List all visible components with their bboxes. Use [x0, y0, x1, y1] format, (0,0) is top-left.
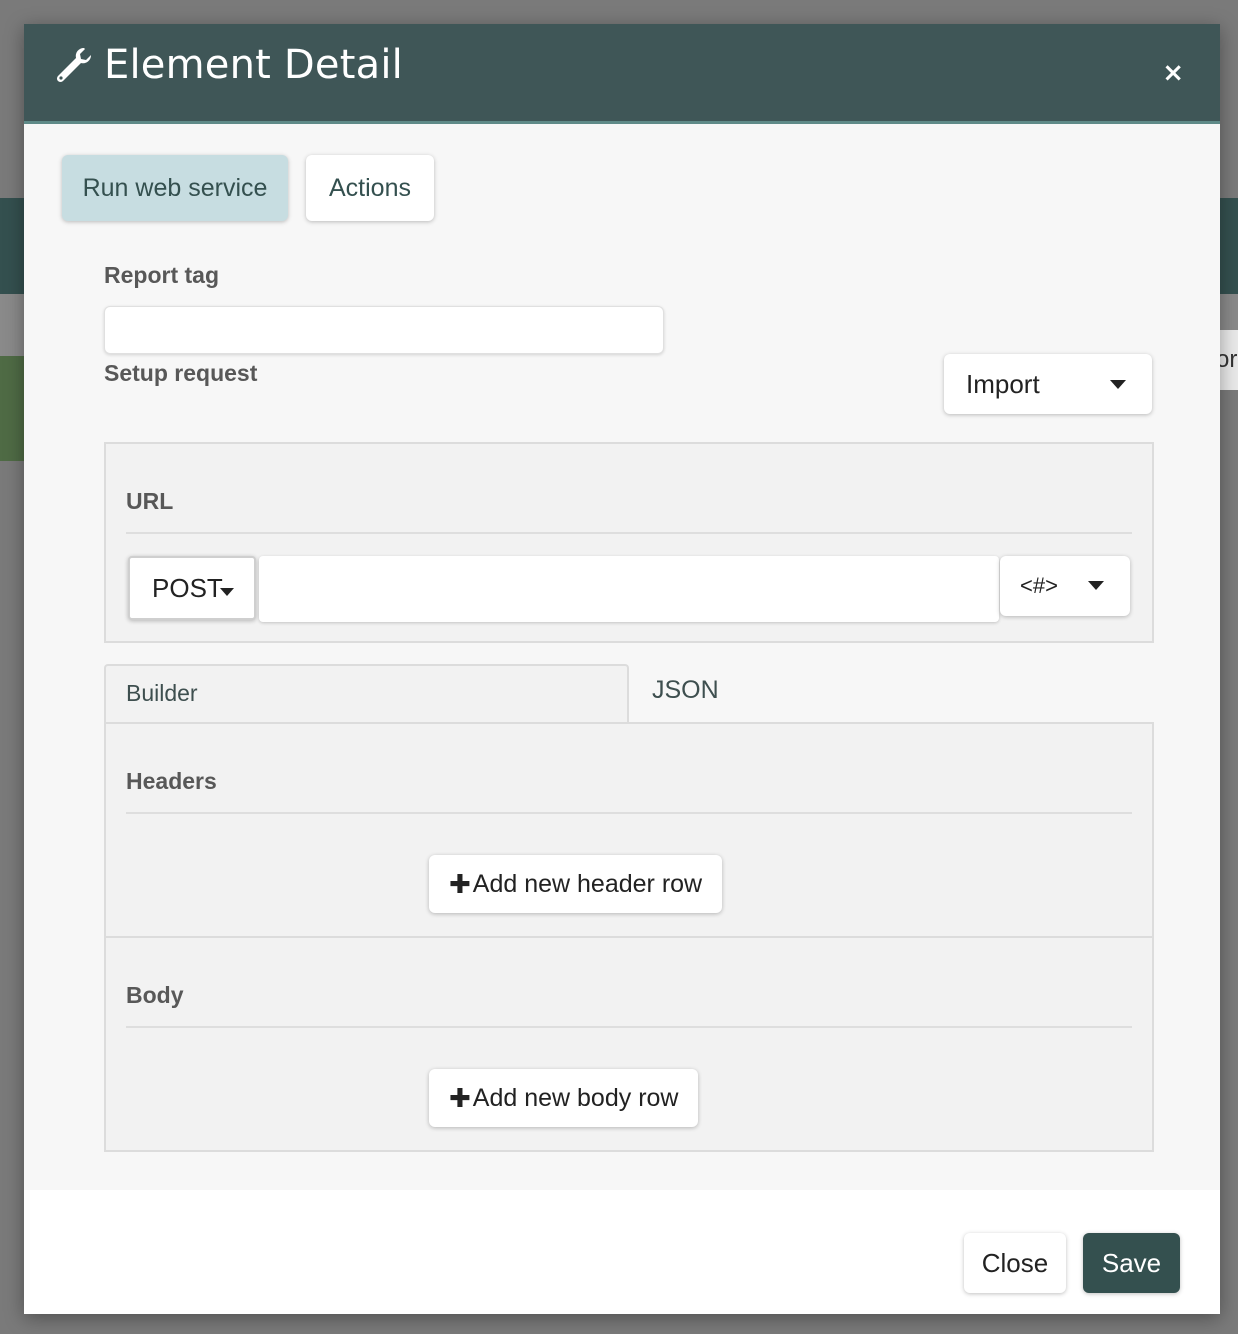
- insert-tag-label: <#>: [1020, 573, 1058, 598]
- setup-request-label: Setup request: [104, 360, 258, 386]
- modal-title: Element Detail: [104, 42, 403, 88]
- http-method-dropdown[interactable]: POST: [128, 556, 256, 620]
- add-body-row-button[interactable]: ✚ Add new body row: [429, 1069, 699, 1127]
- import-dropdown[interactable]: Import: [944, 354, 1152, 414]
- close-button[interactable]: Close: [964, 1233, 1066, 1293]
- tab-actions[interactable]: Actions: [306, 155, 434, 221]
- tab-json[interactable]: JSON: [652, 676, 719, 705]
- report-tag-input[interactable]: [104, 306, 664, 354]
- body-title: Body: [126, 982, 184, 1008]
- modal-title-wrap: Element Detail: [54, 42, 403, 88]
- headers-panel: Headers ✚ Add new header row: [104, 722, 1154, 938]
- url-title: URL: [126, 488, 174, 514]
- body-panel: Body ✚ Add new body row: [104, 936, 1154, 1152]
- caret-down-icon: [1110, 380, 1126, 389]
- add-body-row-label: Add new body row: [472, 1083, 679, 1112]
- modal-footer: Close Save: [24, 1190, 1220, 1314]
- caret-down-icon: [220, 588, 234, 596]
- url-divider: [126, 532, 1132, 534]
- http-method-value: POST: [152, 572, 223, 603]
- insert-tag-dropdown[interactable]: <#>: [1000, 556, 1130, 616]
- tab-run-web-service[interactable]: Run web service: [62, 155, 288, 221]
- plus-icon: ✚: [449, 868, 471, 899]
- modal-body: Run web service Actions Report tag Setup…: [24, 124, 1220, 1190]
- headers-divider: [126, 812, 1132, 814]
- import-label: Import: [966, 368, 1040, 399]
- add-header-row-button[interactable]: ✚ Add new header row: [429, 855, 723, 913]
- save-button[interactable]: Save: [1083, 1233, 1180, 1293]
- body-divider: [126, 1026, 1132, 1028]
- caret-down-icon: [1088, 581, 1104, 590]
- wrench-icon: [54, 45, 94, 85]
- modal-header: Element Detail ×: [24, 24, 1220, 124]
- add-header-row-label: Add new header row: [472, 869, 703, 898]
- url-input[interactable]: [259, 556, 999, 622]
- close-icon[interactable]: ×: [1162, 58, 1184, 88]
- headers-title: Headers: [126, 768, 217, 794]
- element-detail-modal: Element Detail × Run web service Actions…: [24, 24, 1220, 1314]
- tab-builder[interactable]: Builder: [104, 664, 629, 724]
- plus-icon: ✚: [449, 1082, 471, 1113]
- url-panel: URL POST <#>: [104, 442, 1154, 643]
- report-tag-label: Report tag: [104, 262, 219, 288]
